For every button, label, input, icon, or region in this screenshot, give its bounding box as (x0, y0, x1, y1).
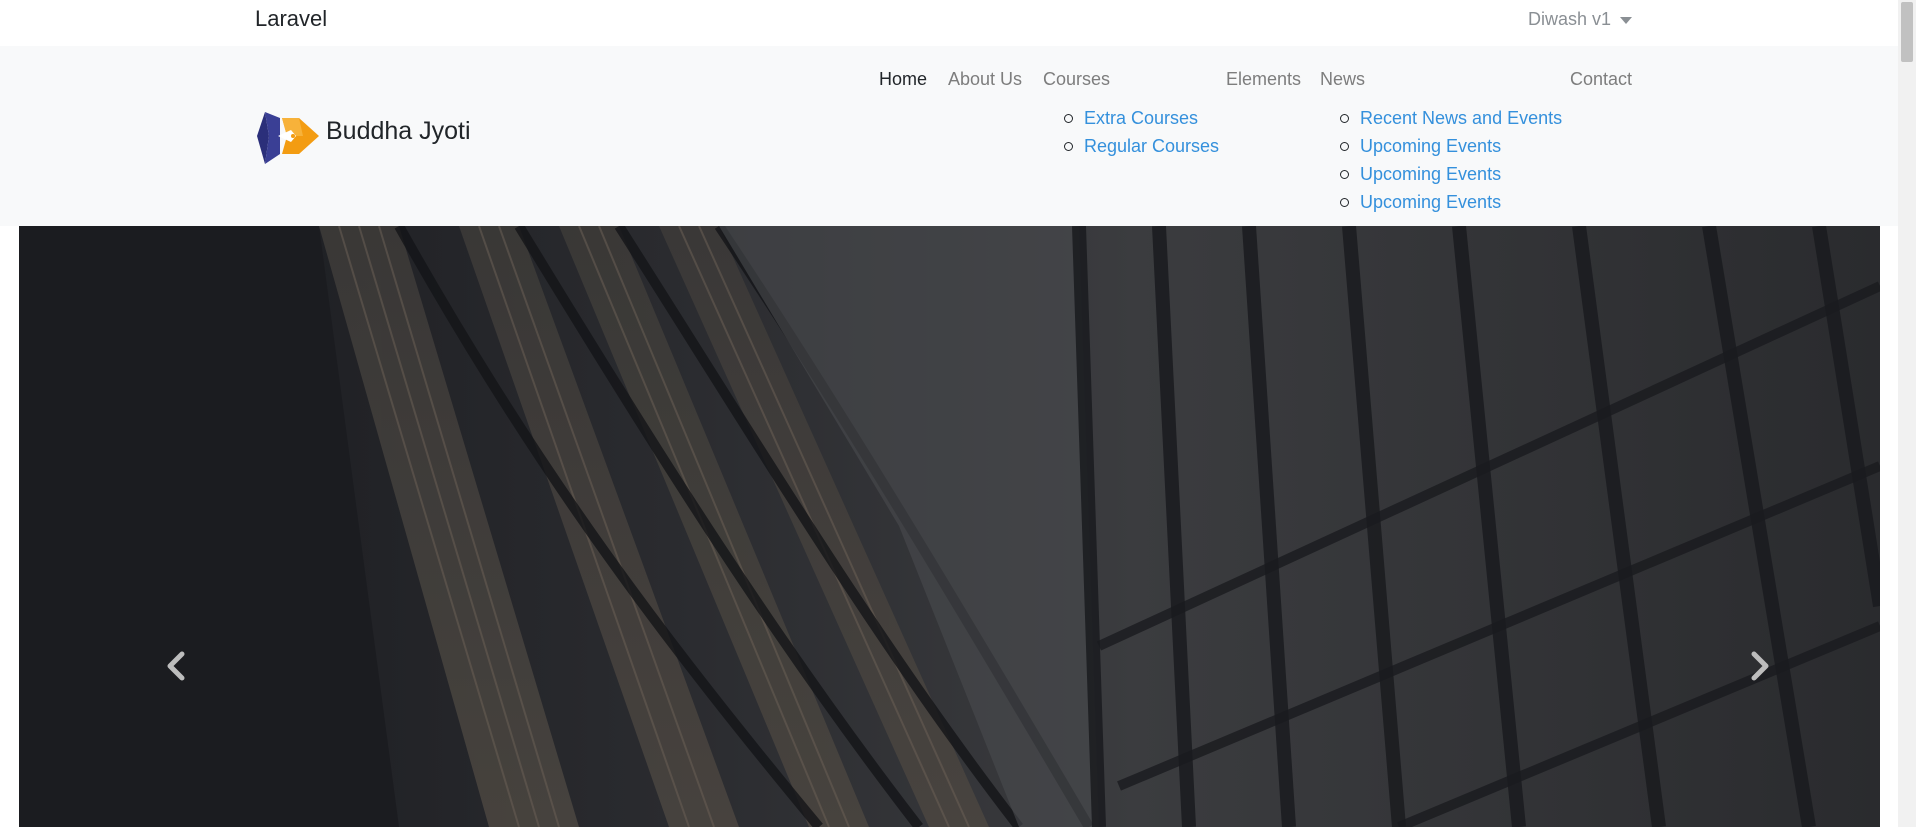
chevron-right-icon[interactable] (1739, 646, 1779, 686)
bullet-icon (1064, 142, 1073, 151)
submenu-label: Upcoming Events (1360, 136, 1502, 156)
submenu-label: Regular Courses (1084, 136, 1220, 156)
bullet-icon (1340, 114, 1349, 123)
main-navbar: Buddha Jyoti Home About Us Courses Eleme… (0, 46, 1898, 226)
brand-name[interactable]: Buddha Jyoti (326, 117, 471, 146)
user-dropdown[interactable]: Diwash v1 (1528, 9, 1633, 30)
top-brand-link[interactable]: Laravel (255, 6, 327, 32)
submenu-label: Upcoming Events (1360, 192, 1502, 212)
submenu-item-upcoming-events[interactable]: Upcoming Events (1332, 188, 1562, 216)
caret-down-icon (1620, 16, 1633, 24)
bullet-icon (1340, 170, 1349, 179)
submenu-label: Recent News and Events (1360, 108, 1563, 128)
library-bookshelves-image (19, 226, 1880, 827)
vertical-scrollbar[interactable] (1898, 0, 1916, 827)
news-submenu: Recent News and Events Upcoming Events U… (1332, 104, 1562, 216)
submenu-label: Extra Courses (1084, 108, 1199, 128)
page: Laravel Diwash v1 Buddha Jyoti Home Abou… (0, 0, 1916, 827)
nav-about-us[interactable]: About Us (948, 69, 1022, 90)
chevron-left-icon[interactable] (157, 646, 197, 686)
bullet-icon (1340, 142, 1349, 151)
nav-elements[interactable]: Elements (1226, 69, 1301, 90)
courses-submenu: Extra Courses Regular Courses (1056, 104, 1219, 160)
submenu-item-extra-courses[interactable]: Extra Courses (1056, 104, 1219, 132)
bullet-icon (1340, 198, 1349, 207)
submenu-item-upcoming-events[interactable]: Upcoming Events (1332, 160, 1562, 188)
top-navbar: Laravel Diwash v1 (0, 0, 1898, 46)
user-name: Diwash v1 (1528, 9, 1612, 29)
scrollbar-thumb[interactable] (1901, 2, 1913, 62)
nav-news[interactable]: News (1320, 69, 1365, 90)
submenu-label: Upcoming Events (1360, 164, 1502, 184)
submenu-item-regular-courses[interactable]: Regular Courses (1056, 132, 1219, 160)
nav-contact[interactable]: Contact (1570, 69, 1632, 90)
hero-carousel (19, 226, 1880, 827)
nav-courses[interactable]: Courses (1043, 69, 1110, 90)
submenu-item-upcoming-events[interactable]: Upcoming Events (1332, 132, 1562, 160)
logo-icon[interactable] (255, 108, 321, 164)
bullet-icon (1064, 114, 1073, 123)
submenu-item-recent-news[interactable]: Recent News and Events (1332, 104, 1562, 132)
nav-home[interactable]: Home (879, 69, 927, 90)
